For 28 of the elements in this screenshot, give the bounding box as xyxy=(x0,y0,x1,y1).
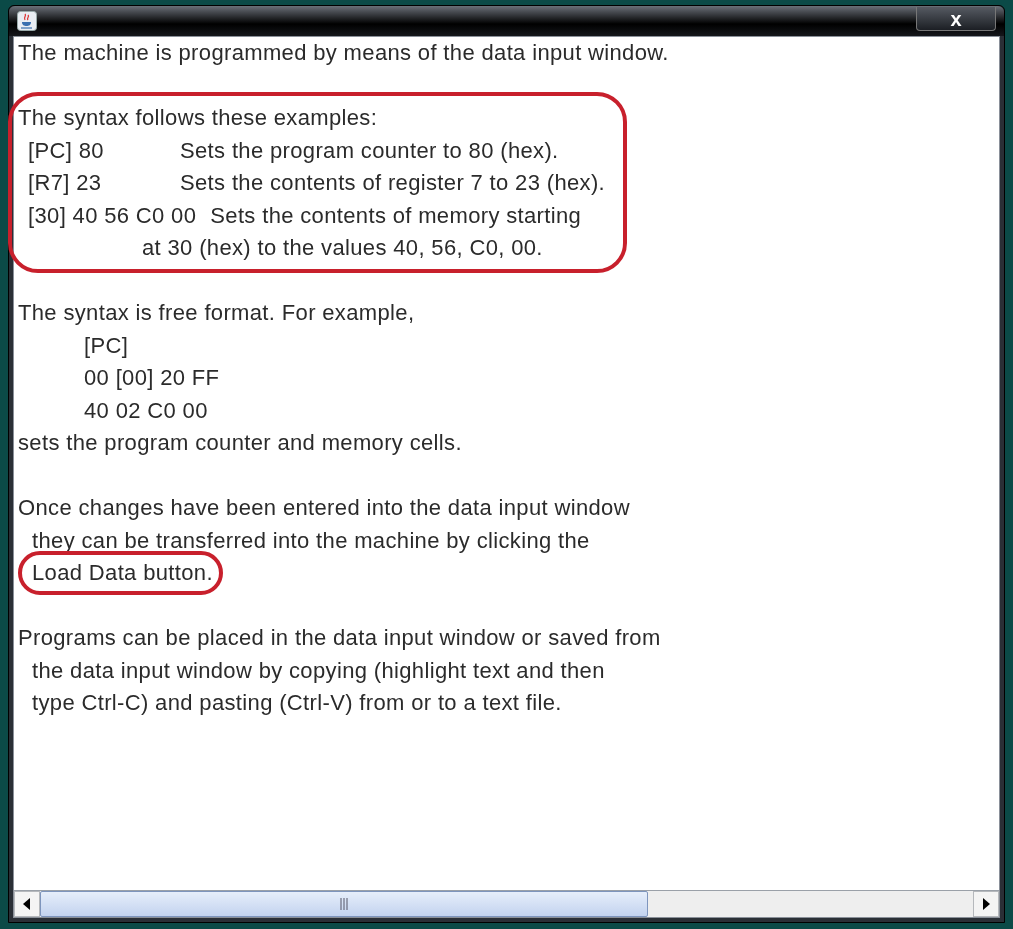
left-arrow-icon xyxy=(23,898,31,910)
description-text: Sets the contents of memory starting xyxy=(210,202,582,229)
text-line: sets the program counter and memory cells. xyxy=(18,430,462,457)
close-button[interactable]: x xyxy=(916,7,996,31)
description-text: Sets the contents of register 7 to 23 (hex). xyxy=(180,170,606,197)
horizontal-scrollbar[interactable] xyxy=(14,890,999,917)
code-text: [R7] 23 xyxy=(28,170,103,197)
scroll-left-button[interactable] xyxy=(14,891,40,917)
text-line: type Ctrl-C) and pasting (Ctrl-V) from or to a text file. xyxy=(32,690,562,717)
text-line: they can be transferred into the machine by clicking the xyxy=(32,527,590,554)
scroll-right-button[interactable] xyxy=(973,891,999,917)
text-line: The syntax is free format. For example, xyxy=(18,300,415,327)
text-line: The syntax follows these examples: xyxy=(18,105,378,132)
text-line: Programs can be placed in the data input window or saved from xyxy=(18,625,661,652)
text-line: 00 [00] 20 FF xyxy=(84,365,220,392)
right-arrow-icon xyxy=(982,898,990,910)
text-line: the data input window by copying (highlight text and then xyxy=(32,657,605,684)
code-text: [PC] 80 xyxy=(28,137,105,164)
text-line: Once changes have been entered into the data input window xyxy=(18,495,630,522)
text-line: 40 02 C0 00 xyxy=(84,397,208,424)
scroll-thumb[interactable] xyxy=(40,891,649,917)
text-line: Load Data button. xyxy=(32,560,213,586)
text-line: [PC] xyxy=(84,332,129,359)
description-text: Sets the program counter to 80 (hex). xyxy=(180,137,559,164)
code-text: [30] 40 56 C0 00 xyxy=(28,202,197,229)
text-line: at 30 (hex) to the values 40, 56, C0, 00. xyxy=(142,235,543,262)
text-line: The machine is programmed by means of the data input window. xyxy=(18,40,669,67)
java-cup-icon xyxy=(17,11,37,31)
